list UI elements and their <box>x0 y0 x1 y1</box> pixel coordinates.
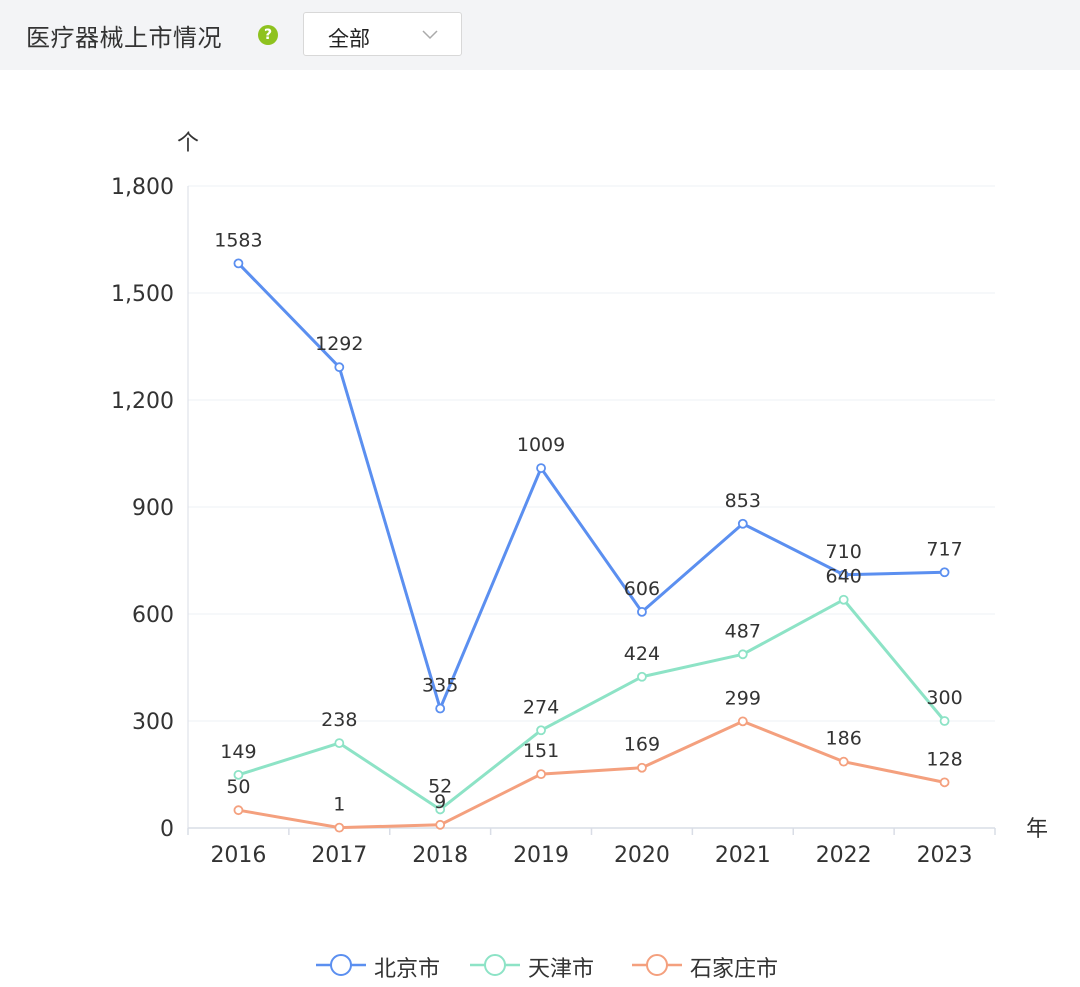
legend-item[interactable]: 北京市 <box>316 945 456 985</box>
y-tick-label: 0 <box>160 817 174 842</box>
data-labels: 158312923351009606853710 7171492385227442… <box>214 229 962 815</box>
data-label: 9 <box>434 791 446 813</box>
data-label: 606 <box>624 578 660 600</box>
data-point <box>939 777 950 788</box>
data-label: 1292 <box>315 333 363 355</box>
chart-legend: 北京市 天津市 石家庄市 <box>0 945 1080 985</box>
data-label: 1583 <box>214 229 262 251</box>
x-tick-label: 2020 <box>614 843 670 868</box>
legend-label: 天津市 <box>528 957 595 982</box>
legend-marker-icon <box>632 954 682 976</box>
y-axis-label: 个 <box>177 131 199 156</box>
y-tick-label: 600 <box>132 603 174 628</box>
series-line <box>236 598 947 811</box>
data-label: 128 <box>926 748 962 770</box>
data-point <box>637 762 647 773</box>
data-point <box>637 606 647 617</box>
x-tick-label: 2019 <box>513 843 569 868</box>
data-point <box>536 463 546 474</box>
chevron-down-icon <box>422 30 438 40</box>
data-point <box>838 756 849 767</box>
data-label: 149 <box>220 741 256 763</box>
line-chart: 0 300 600 900 1,200 1,500 1,800 2016 2017 2018 201… <box>111 131 1048 868</box>
data-point <box>536 769 546 780</box>
data-point <box>334 362 345 373</box>
y-tick-label: 1,200 <box>111 389 174 414</box>
data-point <box>334 822 345 833</box>
data-label: 1009 <box>517 434 565 456</box>
data-point <box>637 671 647 682</box>
data-point <box>233 805 244 816</box>
data-point <box>737 518 748 529</box>
y-tick-label: 1,800 <box>111 175 174 200</box>
data-label: 50 <box>226 776 250 798</box>
legend-item[interactable]: 天津市 <box>470 945 618 985</box>
x-axis-label: 年 <box>1026 817 1048 842</box>
question-circle-icon[interactable]: ? <box>258 25 278 45</box>
data-label: 274 <box>523 696 559 718</box>
data-label: 717 <box>926 538 962 560</box>
legend-label: 北京市 <box>374 957 441 982</box>
data-label: 186 <box>826 728 862 750</box>
chart-title: 医疗器械上市情况 <box>26 24 222 52</box>
data-label: 853 <box>725 490 761 512</box>
legend-item[interactable]: 石家庄市 <box>632 945 808 985</box>
chart-header: 医疗器械上市情况 ? 全部 <box>0 0 1080 70</box>
grid-lines <box>188 185 995 722</box>
data-label: 300 <box>926 687 962 709</box>
data-point <box>939 567 950 578</box>
x-tick-label: 2021 <box>715 843 771 868</box>
data-label: 169 <box>624 734 660 756</box>
data-point <box>233 258 244 269</box>
x-tick-label: 2018 <box>412 843 468 868</box>
data-point <box>536 725 546 736</box>
series-line <box>236 261 947 711</box>
data-label: 710 <box>826 541 862 563</box>
data-label: 151 <box>523 740 559 762</box>
data-label: 238 <box>321 709 357 731</box>
data-point <box>838 594 849 605</box>
region-filter-select[interactable]: 全部 <box>303 12 462 56</box>
data-label: 640 <box>826 566 862 588</box>
x-tick-label: 2017 <box>311 843 367 868</box>
data-label: 335 <box>422 675 458 697</box>
data-point <box>737 649 748 660</box>
data-label: 424 <box>624 643 660 665</box>
legend-marker-icon <box>470 954 520 976</box>
data-point <box>435 703 446 714</box>
data-point <box>737 716 748 727</box>
legend-label: 石家庄市 <box>690 957 779 982</box>
y-tick-label: 300 <box>132 710 174 735</box>
x-tick-label: 2023 <box>917 843 973 868</box>
data-point <box>939 716 950 726</box>
x-tick-label: 2022 <box>816 843 872 868</box>
x-tick-label: 2016 <box>210 843 266 868</box>
y-tick-label: 900 <box>132 496 174 521</box>
data-label: 1 <box>333 794 345 816</box>
y-tick-label: 1,500 <box>111 282 174 307</box>
data-point <box>334 738 345 749</box>
data-label: 299 <box>725 687 761 709</box>
data-label: 487 <box>725 620 761 642</box>
data-point <box>435 819 446 830</box>
legend-marker-icon <box>316 954 366 976</box>
filter-selected-value: 全部 <box>328 27 370 51</box>
